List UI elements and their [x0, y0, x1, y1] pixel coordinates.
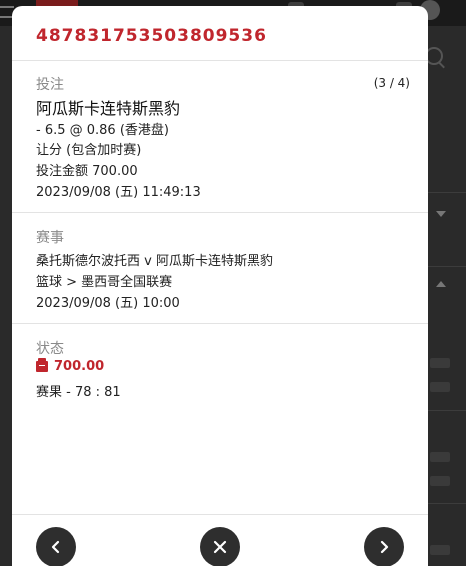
background-chevron-up-icon [436, 281, 446, 287]
event-match: 桑托斯德尔波托西 v 阿瓜斯卡连特斯黑豹 [36, 254, 273, 269]
background-odds-cell [430, 452, 450, 462]
background-chevron-down-icon [436, 211, 446, 217]
event-start-time: 2023/09/08 (五) 10:00 [36, 296, 180, 311]
stake-amount: 投注金额 700.00 [36, 164, 138, 179]
bet-id: 487831753503809536 [36, 26, 267, 46]
background-divider [428, 410, 466, 411]
divider [12, 212, 428, 213]
bet-selection: 阿瓜斯卡连特斯黑豹 [36, 99, 181, 118]
divider [12, 323, 428, 324]
background-odds-cell [430, 476, 450, 486]
close-icon [213, 540, 227, 554]
status-amount: 700.00 [54, 359, 105, 374]
background-divider [428, 192, 466, 193]
next-button[interactable] [364, 527, 404, 566]
match-result: 赛果 - 78 : 81 [36, 385, 121, 400]
bet-section-label: 投注 [36, 77, 64, 93]
cash-register-icon [36, 358, 48, 372]
market-type: 让分 (包含加时赛) [36, 143, 142, 158]
status-section-label: 状态 [36, 341, 64, 357]
divider [12, 60, 428, 61]
bet-counter: (3 / 4) [373, 76, 410, 90]
background-divider [428, 266, 466, 267]
background-odds-cell [430, 382, 450, 392]
background-odds-cell [430, 545, 450, 555]
close-button[interactable] [200, 527, 240, 566]
chevron-right-icon [380, 540, 389, 554]
background-odds-cell [430, 358, 450, 368]
event-section-label: 赛事 [36, 230, 64, 246]
status-row: 700.00 [36, 358, 105, 374]
odds-line: - 6.5 @ 0.86 (香港盘) [36, 123, 169, 138]
previous-button[interactable] [36, 527, 76, 566]
modal-footer [12, 514, 428, 566]
bet-placed-time: 2023/09/08 (五) 11:49:13 [36, 185, 201, 200]
event-league: 篮球 > 墨西哥全国联赛 [36, 275, 173, 290]
bet-detail-modal: 487831753503809536 投注 (3 / 4) 阿瓜斯卡连特斯黑豹 … [12, 6, 428, 566]
chevron-left-icon [51, 540, 60, 554]
background-divider [428, 503, 466, 504]
